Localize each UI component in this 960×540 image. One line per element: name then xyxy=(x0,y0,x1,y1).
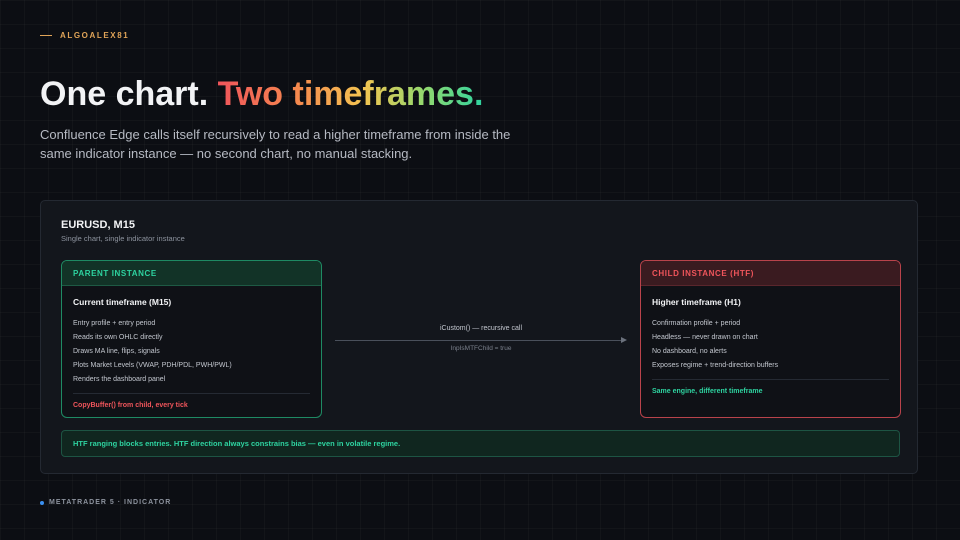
parent-instance-card: PARENT INSTANCE Current timeframe (M15) … xyxy=(61,260,322,418)
brand-accent-line xyxy=(40,35,52,36)
brand-name: ALGOALEX81 xyxy=(60,31,130,40)
connector-label: iCustom() — recursive call xyxy=(439,325,523,332)
parent-item: Renders the dashboard panel xyxy=(73,376,166,383)
parent-item: Reads its own OHLC directly xyxy=(73,334,163,341)
htf-constraint-banner: HTF ranging blocks entries. HTF directio… xyxy=(61,430,900,457)
brand: ALGOALEX81 xyxy=(40,31,129,40)
page-subtitle: Confluence Edge calls itself recursively… xyxy=(40,127,511,161)
chart-panel: EURUSD, M15 Single chart, single indicat… xyxy=(40,200,918,474)
status-dot-icon xyxy=(40,500,44,505)
child-item: No dashboard, no alerts xyxy=(652,348,727,355)
child-instance-body: Higher timeframe (H1) Confirmation profi… xyxy=(641,286,900,395)
connector-sublabel: InpIsMTFChild = true xyxy=(450,345,512,352)
page-title-plain: One chart. xyxy=(40,75,218,113)
parent-instance-header: PARENT INSTANCE xyxy=(62,261,321,286)
parent-item: Entry profile + entry period xyxy=(73,320,156,327)
child-item: Exposes regime + trend-direction buffers xyxy=(652,362,779,369)
child-instance-header: CHILD INSTANCE (HTF) xyxy=(641,261,900,286)
parent-instance-title: Current timeframe (M15) xyxy=(73,297,172,307)
footer-text: METATRADER 5 · INDICATOR xyxy=(49,499,172,506)
parent-instance-note: CopyBuffer() from child, every tick xyxy=(73,402,188,409)
connector-line xyxy=(335,340,621,341)
parent-divider xyxy=(73,393,310,394)
panel-title: EURUSD, M15 xyxy=(61,219,135,231)
parent-instance-body: Current timeframe (M15) Entry profile + … xyxy=(62,286,321,409)
footer: METATRADER 5 · INDICATOR xyxy=(40,499,171,506)
child-divider xyxy=(652,379,889,380)
parent-item: Draws MA line, flips, signals xyxy=(73,348,160,355)
child-instance-card: CHILD INSTANCE (HTF) Higher timeframe (H… xyxy=(640,260,901,418)
child-instance-title: Higher timeframe (H1) xyxy=(652,297,741,307)
parent-item: Plots Market Levels (VWAP, PDH/PDL, PWH/… xyxy=(73,362,232,369)
page-title-highlight: Two timeframes. xyxy=(217,75,484,113)
page-title: One chart. Two timeframes. xyxy=(40,74,483,114)
child-item: Headless — never drawn on chart xyxy=(652,334,758,341)
recursive-call-connector: iCustom() — recursive call InpIsMTFChild… xyxy=(335,325,627,355)
panel-subtitle: Single chart, single indicator instance xyxy=(61,234,185,243)
child-instance-note: Same engine, different timeframe xyxy=(652,388,763,395)
arrow-right-icon xyxy=(621,337,627,343)
child-item: Confirmation profile + period xyxy=(652,320,741,327)
